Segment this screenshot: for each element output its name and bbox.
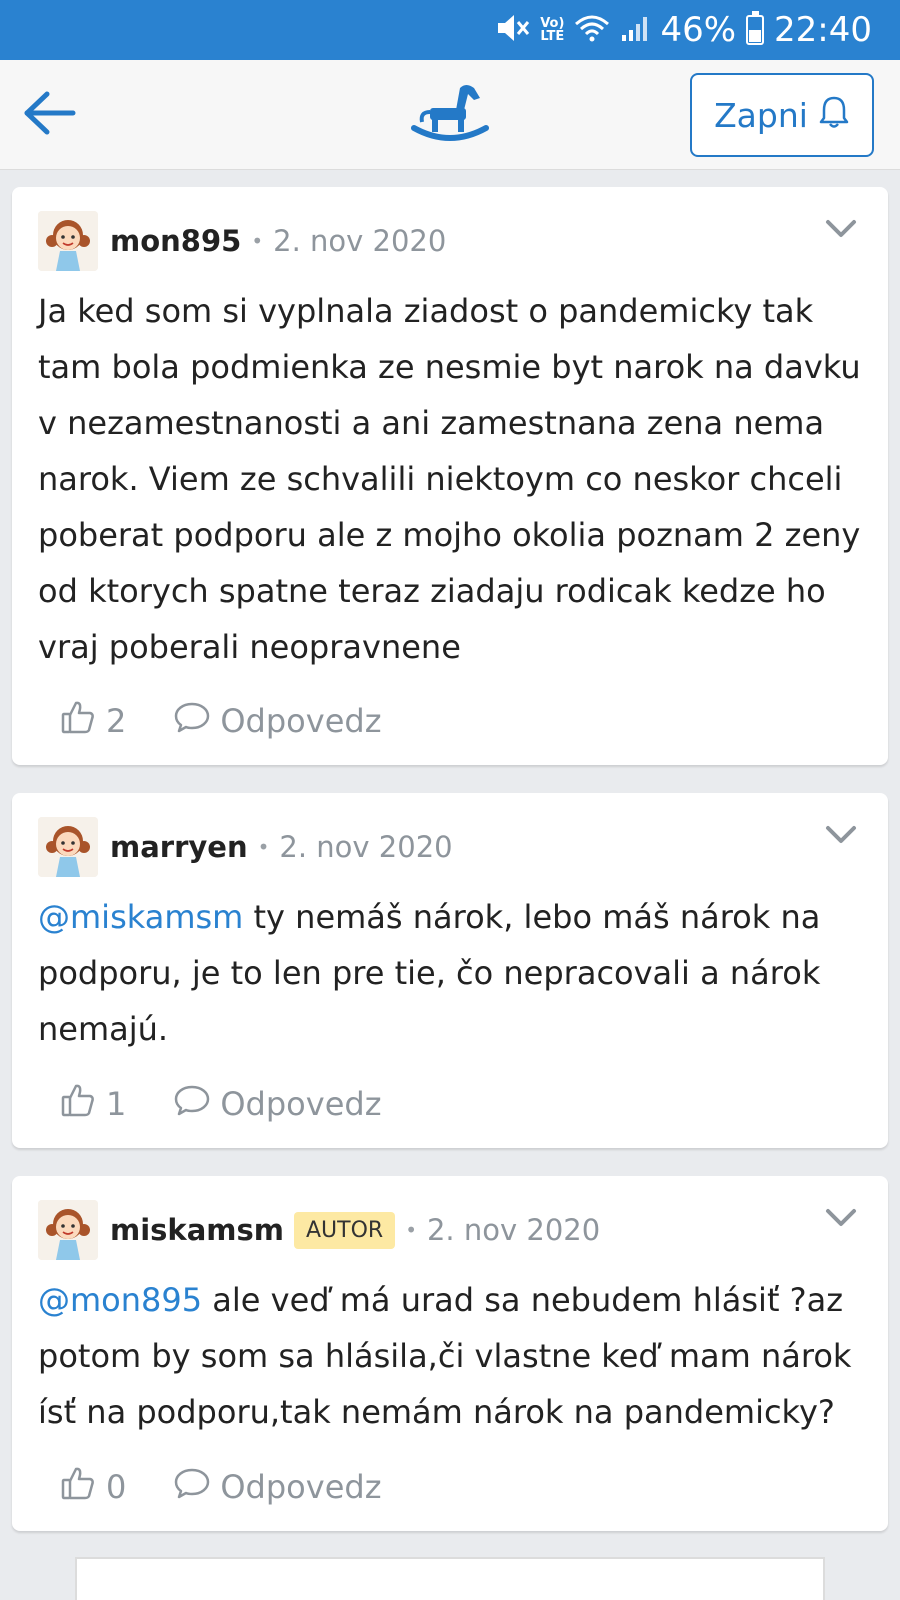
status-bar: Vo) LTE 46% 22:40 xyxy=(0,0,900,60)
reply-button[interactable]: Odpovedz xyxy=(174,1084,381,1124)
comment-actions: 2 Odpovedz xyxy=(60,696,381,746)
like-count: 0 xyxy=(106,1468,127,1506)
comment-header: miskamsm AUTOR • 2. nov 2020 xyxy=(38,1200,600,1260)
comment-card: miskamsm AUTOR • 2. nov 2020 @mon895 ale… xyxy=(12,1176,888,1531)
author-name[interactable]: mon895 xyxy=(110,224,241,258)
thumbs-up-icon xyxy=(60,1082,96,1126)
comment-text: @mon895 ale veď má urad sa nebudem hlási… xyxy=(38,1272,862,1440)
rocking-horse-icon[interactable] xyxy=(410,78,490,146)
comment-text: @miskamsm ty nemáš nárok, lebo máš nárok… xyxy=(38,889,862,1057)
reply-label: Odpovedz xyxy=(220,702,382,740)
comment-body: Ja ked som si vyplnala ziadost o pandemi… xyxy=(38,292,861,666)
like-button[interactable]: 1 xyxy=(60,1082,126,1126)
separator-dot: • xyxy=(251,229,264,253)
comment-actions: 0 Odpovedz xyxy=(60,1462,381,1512)
comment-date: 2. nov 2020 xyxy=(426,1213,601,1247)
comment-header: marryen • 2. nov 2020 xyxy=(38,817,453,877)
speech-bubble-icon xyxy=(174,701,210,741)
thumbs-up-icon xyxy=(60,1465,96,1509)
clock: 22:40 xyxy=(774,10,872,50)
notify-button[interactable]: Zapni xyxy=(690,73,874,157)
mention-link[interactable]: @miskamsm xyxy=(38,898,243,936)
wifi-icon xyxy=(574,14,610,46)
app-header: Zapni xyxy=(0,60,900,170)
author-name[interactable]: marryen xyxy=(110,830,248,864)
reply-button[interactable]: Odpovedz xyxy=(174,701,381,741)
comment-card: mon895 • 2. nov 2020 Ja ked som si vypln… xyxy=(12,187,888,765)
comment-text: Ja ked som si vyplnala ziadost o pandemi… xyxy=(38,283,862,675)
like-button[interactable]: 2 xyxy=(60,699,126,743)
separator-dot: • xyxy=(257,835,270,859)
comment-actions: 1 Odpovedz xyxy=(60,1079,381,1129)
reply-button[interactable]: Odpovedz xyxy=(174,1467,381,1507)
like-button[interactable]: 0 xyxy=(60,1465,126,1509)
thumbs-up-icon xyxy=(60,699,96,743)
comment-header: mon895 • 2. nov 2020 xyxy=(38,211,446,271)
avatar[interactable] xyxy=(38,817,98,877)
battery-percent: 46% xyxy=(660,10,737,50)
avatar[interactable] xyxy=(38,1200,98,1260)
mention-link[interactable]: @mon895 xyxy=(38,1281,202,1319)
battery-icon xyxy=(746,11,765,45)
back-arrow-icon xyxy=(23,91,77,139)
reply-label: Odpovedz xyxy=(220,1468,382,1506)
signal-icon xyxy=(620,13,650,47)
reply-label: Odpovedz xyxy=(220,1085,382,1123)
chevron-down-icon[interactable] xyxy=(824,823,858,847)
speech-bubble-icon xyxy=(174,1467,210,1507)
volte-lte-icon: Vo) LTE xyxy=(540,16,565,44)
notify-label: Zapni xyxy=(714,95,808,135)
bell-icon xyxy=(818,94,850,136)
chevron-down-icon[interactable] xyxy=(824,217,858,241)
like-count: 1 xyxy=(106,1085,127,1123)
separator-dot: • xyxy=(405,1218,417,1242)
back-button[interactable] xyxy=(20,85,80,145)
reply-input-box[interactable] xyxy=(75,1557,825,1600)
mute-icon xyxy=(496,13,530,47)
chevron-down-icon[interactable] xyxy=(824,1206,858,1230)
author-badge: AUTOR xyxy=(293,1211,396,1249)
speech-bubble-icon xyxy=(174,1084,210,1124)
author-name[interactable]: miskamsm xyxy=(110,1213,284,1247)
comment-card: marryen • 2. nov 2020 @miskamsm ty nemáš… xyxy=(12,793,888,1148)
avatar[interactable] xyxy=(38,211,98,271)
like-count: 2 xyxy=(106,702,127,740)
comment-date: 2. nov 2020 xyxy=(279,830,453,864)
comment-date: 2. nov 2020 xyxy=(273,224,447,258)
